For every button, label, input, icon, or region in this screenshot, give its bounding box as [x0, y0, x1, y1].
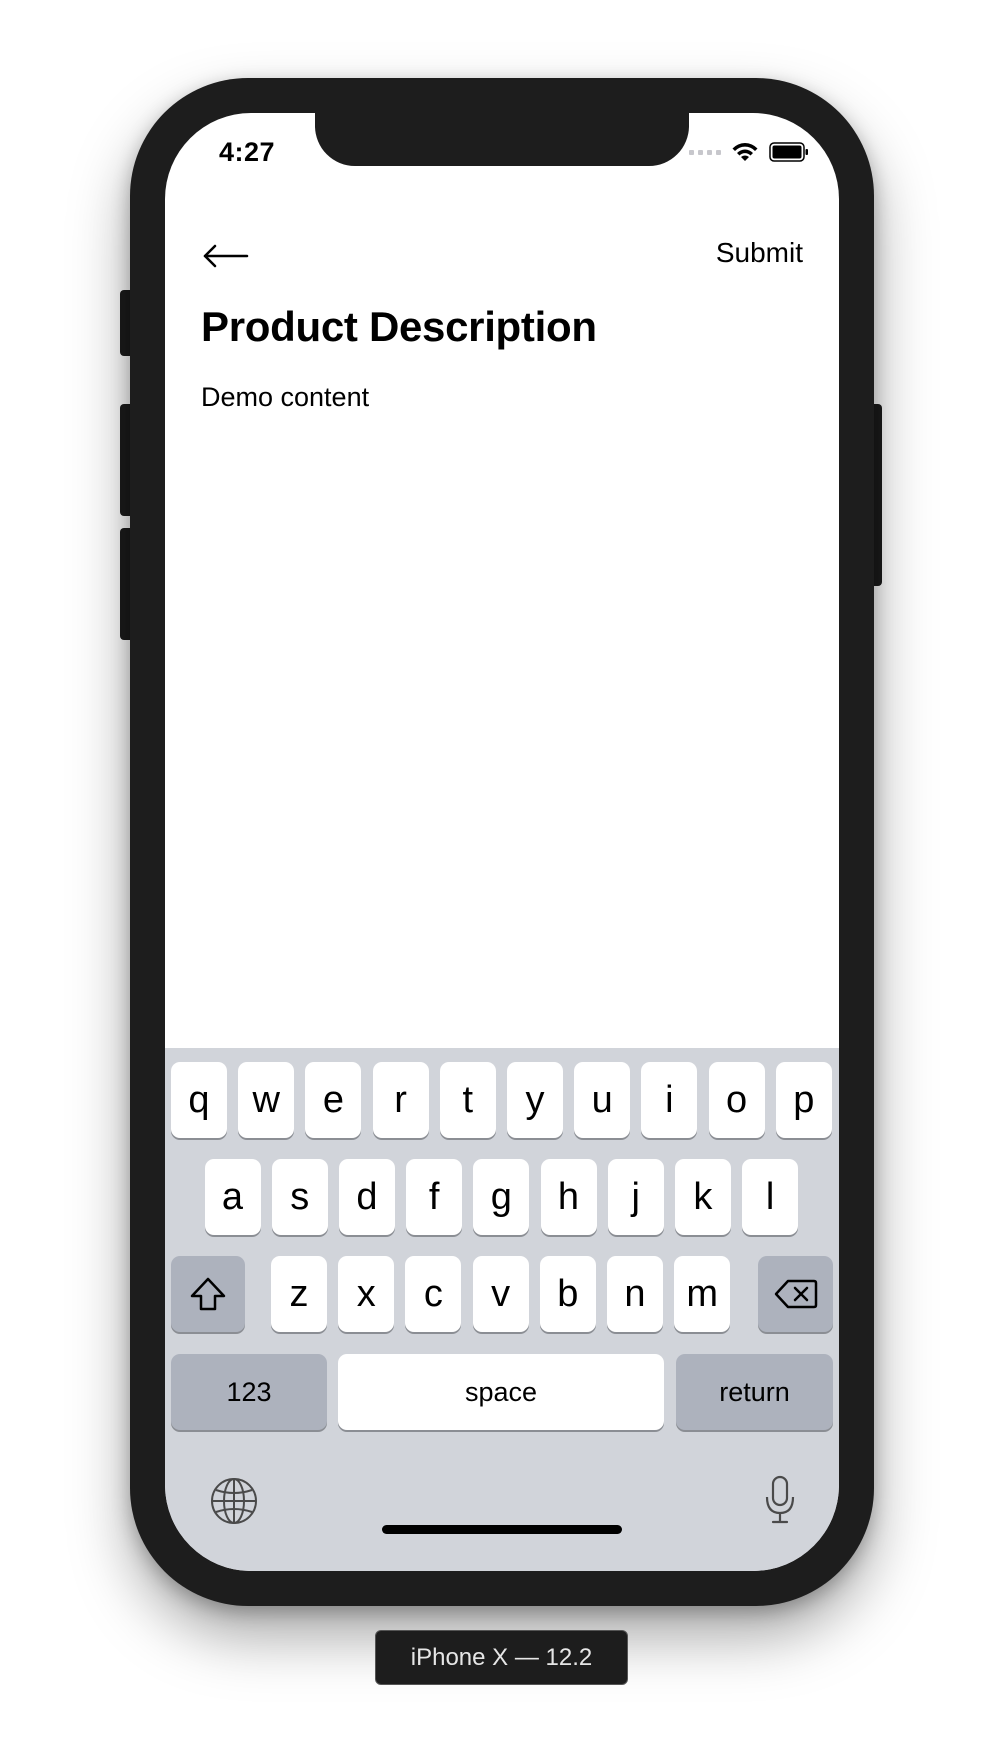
delete-key[interactable]	[758, 1256, 833, 1332]
key-t[interactable]: t	[439, 1062, 496, 1138]
key-y[interactable]: y	[507, 1062, 563, 1138]
keyboard-row-4: 123 space return	[165, 1354, 839, 1430]
status-time: 4:27	[219, 137, 276, 167]
key-z[interactable]: z	[271, 1256, 327, 1332]
back-arrow-icon[interactable]	[201, 241, 251, 271]
key-b[interactable]: b	[539, 1256, 596, 1332]
key-x[interactable]: x	[338, 1256, 395, 1332]
key-u[interactable]: u	[574, 1062, 631, 1138]
key-q[interactable]: q	[171, 1062, 227, 1138]
key-f[interactable]: f	[406, 1159, 463, 1235]
backspace-icon	[774, 1279, 817, 1309]
key-n[interactable]: n	[607, 1256, 663, 1332]
status-icons	[689, 141, 809, 163]
key-c[interactable]: c	[405, 1256, 462, 1332]
on-screen-keyboard: qwertyuiop asdfghjkl z x c v b n m 123 s…	[165, 1048, 839, 1571]
simulator-stage: 4:27 Submit Product Description Demo con…	[0, 0, 1004, 1758]
battery-icon	[769, 142, 808, 162]
keyboard-row-2: asdfghjkl	[165, 1159, 839, 1235]
key-m[interactable]: m	[674, 1256, 731, 1332]
key-w[interactable]: w	[238, 1062, 295, 1138]
key-l[interactable]: l	[742, 1159, 799, 1235]
key-i[interactable]: i	[641, 1062, 698, 1138]
home-indicator[interactable]	[382, 1525, 622, 1534]
device-label: iPhone X — 12.2	[375, 1630, 628, 1685]
key-e[interactable]: e	[305, 1062, 362, 1138]
key-d[interactable]: d	[338, 1159, 395, 1235]
wifi-icon	[732, 143, 758, 161]
keyboard-row-3: zxcvbnm	[165, 1256, 839, 1332]
phone-screen: 4:27 Submit Product Description Demo con…	[165, 113, 839, 1571]
content-editor[interactable]: Demo content	[201, 382, 801, 413]
submit-button[interactable]: Submit	[716, 237, 803, 269]
microphone-icon[interactable]	[763, 1474, 797, 1526]
key-r[interactable]: r	[372, 1062, 429, 1138]
return-key[interactable]: return	[676, 1354, 833, 1430]
space-key[interactable]: space	[338, 1354, 664, 1430]
key-s[interactable]: s	[271, 1159, 328, 1235]
shift-icon	[190, 1277, 226, 1311]
key-k[interactable]: k	[674, 1159, 731, 1235]
key-a[interactable]: a	[204, 1159, 261, 1235]
key-g[interactable]: g	[473, 1159, 530, 1235]
notch	[315, 113, 689, 166]
key-o[interactable]: o	[708, 1062, 765, 1138]
keyboard-row-1: qwertyuiop	[165, 1062, 839, 1138]
key-v[interactable]: v	[472, 1256, 529, 1332]
navigation-bar: Submit	[165, 223, 839, 293]
key-p[interactable]: p	[775, 1062, 832, 1138]
shift-key[interactable]	[171, 1256, 245, 1332]
page-title: Product Description	[201, 303, 597, 350]
numbers-key[interactable]: 123	[171, 1354, 327, 1430]
signal-icon	[689, 149, 721, 155]
key-h[interactable]: h	[540, 1159, 597, 1235]
key-j[interactable]: j	[607, 1159, 664, 1235]
phone-frame: 4:27 Submit Product Description Demo con…	[130, 78, 874, 1606]
globe-icon[interactable]	[209, 1476, 259, 1526]
